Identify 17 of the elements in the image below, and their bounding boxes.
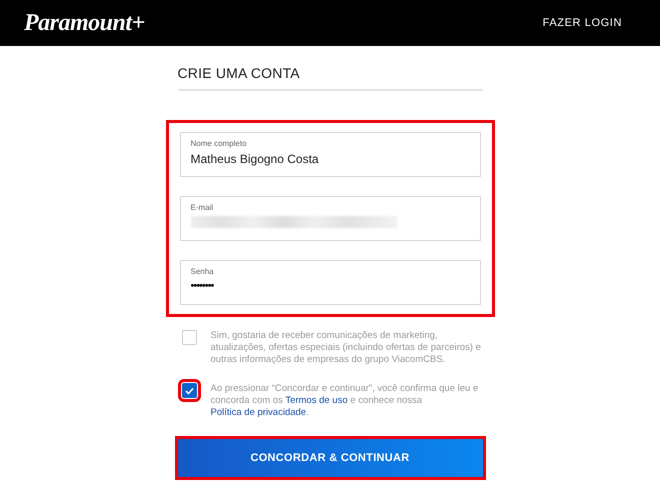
policy-link[interactable]: Política de privacidade xyxy=(210,407,306,418)
input-field[interactable]: E-mail xyxy=(180,196,480,241)
login-link[interactable]: FAZER LOGIN xyxy=(542,17,622,29)
field-value: Matheus Bigogno Costa xyxy=(190,152,320,166)
policy-link[interactable]: Termos de uso xyxy=(285,395,348,406)
password-dots: •••••••• xyxy=(190,280,215,292)
field-label: Nome completo xyxy=(190,139,248,148)
input-field[interactable]: Nome completo Matheus Bigogno Costa xyxy=(180,132,480,177)
field-label: Senha xyxy=(190,267,215,276)
check-icon xyxy=(184,386,194,394)
page-title: CRIE UMA CONTA xyxy=(178,65,482,91)
input-field[interactable]: Senha •••••••• xyxy=(180,260,480,305)
agree-continue-button[interactable]: CONCORDAR & CONTINUAR xyxy=(178,439,482,477)
consent-text: Ao pressionar “Concordar e continuar”, você confirma que leu e concorda com os Termos de uso e conhece nossa Política de privacidade. xyxy=(210,383,480,419)
field-label: E-mail xyxy=(190,203,214,212)
logo[interactable]: Paramount+ xyxy=(24,10,145,36)
consent-text: Sim, gostaria de receber comunicações de marketing, atualizações, ofertas especiais (incluindo ofertas de parceiros) e outras informações de empresas do grupo ViacomCBS. xyxy=(210,330,482,366)
